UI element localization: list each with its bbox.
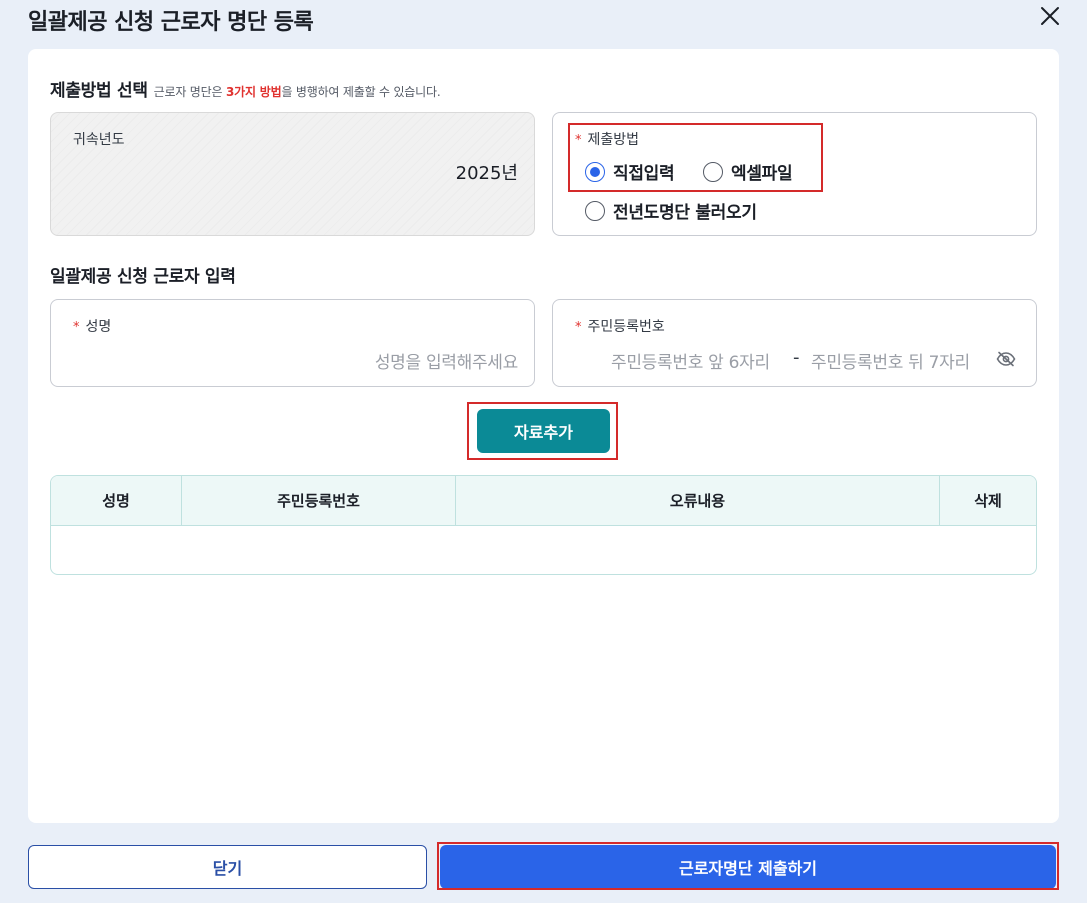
method-field-label: * 제출방법 xyxy=(575,132,640,148)
radio-excel-file[interactable]: 엑셀파일 xyxy=(703,159,793,184)
radio-direct-input[interactable]: 직접입력 xyxy=(585,159,675,184)
radio-previous-year[interactable]: 전년도명단 불러오기 xyxy=(585,198,757,223)
name-field-label: * 성명 xyxy=(73,319,112,335)
input-section-title: 일괄제공 신청 근로자 입력 xyxy=(50,267,236,287)
method-section-desc: 근로자 명단은 3가지 방법을 병행하여 제출할 수 있습니다. xyxy=(153,85,441,99)
year-field-label: 귀속년도 xyxy=(73,132,125,148)
radio-unchecked-icon[interactable] xyxy=(703,161,723,182)
rrn-field-label: * 주민등록번호 xyxy=(575,319,665,335)
rrn-field: * 주민등록번호 주민등록번호 앞 6자리 - 주민등록번호 뒤 7자리 xyxy=(552,299,1037,387)
radio-unchecked-icon[interactable] xyxy=(585,200,605,221)
add-data-button[interactable]: 자료추가 xyxy=(477,409,610,453)
method-field: * 제출방법 직접입력 엑셀파일 전년도명단 불러오기 xyxy=(552,112,1037,236)
dialog-title: 일괄제공 신청 근로자 명단 등록 xyxy=(28,10,314,35)
eye-off-icon[interactable] xyxy=(996,351,1016,367)
radio-label: 직접입력 xyxy=(613,164,675,184)
radio-label: 전년도명단 불러오기 xyxy=(613,203,757,223)
name-input[interactable]: 성명을 입력해주세요 xyxy=(375,348,518,373)
radio-checked-icon[interactable] xyxy=(585,161,605,182)
table-body xyxy=(51,526,1036,574)
close-button[interactable]: 닫기 xyxy=(28,845,427,889)
submit-button[interactable]: 근로자명단 제출하기 xyxy=(440,845,1056,889)
rrn-separator: - xyxy=(793,347,800,368)
method-section-title: 제출방법 선택 근로자 명단은 3가지 방법을 병행하여 제출할 수 있습니다. xyxy=(50,76,441,101)
required-marker: * xyxy=(575,133,582,148)
column-name: 성명 xyxy=(51,476,182,525)
close-icon[interactable] xyxy=(1036,2,1064,30)
required-marker: * xyxy=(575,320,582,335)
radio-label: 엑셀파일 xyxy=(731,164,793,184)
method-section-heading: 제출방법 선택 xyxy=(50,81,148,101)
rrn-front-input[interactable]: 주민등록번호 앞 6자리 xyxy=(611,348,770,373)
column-delete: 삭제 xyxy=(974,492,1002,510)
table-header: 성명 주민등록번호 오류내용 삭제 xyxy=(51,476,1036,526)
rrn-back-input[interactable]: 주민등록번호 뒤 7자리 xyxy=(811,348,970,373)
required-marker: * xyxy=(73,320,80,335)
year-field: 귀속년도 2025년 xyxy=(50,112,535,236)
column-rrn: 주민등록번호 xyxy=(182,476,456,525)
name-field[interactable]: * 성명 성명을 입력해주세요 xyxy=(50,299,535,387)
worker-table: 성명 주민등록번호 오류내용 삭제 xyxy=(50,475,1037,575)
year-field-value: 2025년 xyxy=(455,163,518,184)
column-error: 오류내용 xyxy=(456,476,940,525)
